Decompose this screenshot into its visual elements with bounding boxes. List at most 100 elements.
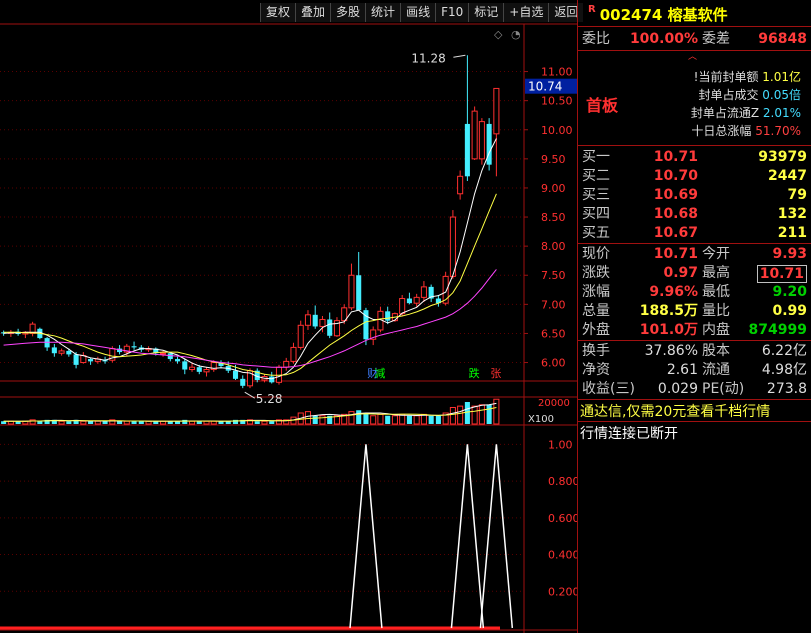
toolbar-button-3[interactable]: 统计 [365, 3, 401, 22]
indicator-signal[interactable] [450, 444, 485, 629]
candle-body[interactable] [319, 318, 326, 327]
volume-bar[interactable] [399, 413, 406, 425]
candle-body[interactable] [73, 354, 79, 365]
candle-body[interactable] [478, 121, 485, 160]
candle-body[interactable] [471, 110, 478, 160]
volume-bar[interactable] [457, 405, 464, 425]
candle-body[interactable] [283, 360, 290, 368]
candle-body[interactable] [406, 298, 412, 304]
candle-body[interactable] [66, 350, 72, 355]
candle-body[interactable] [88, 359, 94, 362]
toolbar-button-1[interactable]: 叠加 [295, 3, 331, 22]
candle-body[interactable] [449, 216, 456, 277]
candle-body[interactable] [493, 87, 500, 135]
volume-bar[interactable] [37, 421, 43, 424]
volume-bar[interactable] [254, 421, 260, 424]
kline-chart-area[interactable]: 11.00 10.50 10.00 9.50 9.00 8.50 8.00 7.50 7.00 6… [0, 0, 577, 633]
collapse-arrow-icon[interactable]: ︿ [688, 49, 697, 62]
candle-body[interactable] [297, 324, 304, 348]
candle-body[interactable] [58, 350, 65, 354]
volume-bar[interactable] [493, 398, 500, 425]
volume-bar[interactable] [413, 415, 420, 425]
event-marker[interactable]: 张 [490, 367, 501, 380]
volume-bar[interactable] [348, 411, 355, 425]
volume-bar[interactable] [406, 415, 412, 424]
volume-bar[interactable] [196, 421, 202, 424]
volume-bar[interactable] [377, 413, 384, 425]
promo-link[interactable]: 通达信,仅需20元查看千档行情 [580, 401, 770, 421]
candlestick-series[interactable] [1, 55, 500, 389]
toolbar-button-2[interactable]: 多股 [330, 3, 366, 22]
volume-bar[interactable] [58, 420, 65, 425]
volume-bar[interactable] [471, 405, 478, 425]
candle-body[interactable] [182, 361, 188, 370]
indicator-signal[interactable] [479, 444, 514, 629]
candle-body[interactable] [413, 296, 420, 304]
candle-body[interactable] [356, 275, 362, 311]
volume-bar[interactable] [319, 415, 326, 425]
volume-bar[interactable] [94, 420, 101, 425]
volume-bar[interactable] [478, 404, 485, 425]
clock-icon[interactable]: ◔ [511, 28, 521, 41]
volume-bar[interactable] [261, 420, 268, 425]
candle-body[interactable] [464, 123, 470, 177]
candle-body[interactable] [327, 319, 333, 336]
volume-bar[interactable] [269, 421, 275, 424]
candle-body[interactable] [269, 376, 275, 383]
volume-bar[interactable] [88, 421, 94, 424]
candle-body[interactable] [348, 274, 355, 309]
event-marker[interactable]: 减 [374, 367, 385, 380]
candle-body[interactable] [160, 352, 167, 355]
candle-body[interactable] [240, 378, 246, 386]
volume-bar[interactable] [80, 420, 87, 425]
candle-body[interactable] [51, 347, 57, 354]
volume-bar[interactable] [131, 421, 137, 424]
candle-body[interactable] [44, 338, 50, 348]
candle-body[interactable] [188, 366, 196, 371]
candle-body[interactable] [486, 123, 492, 165]
toolbar-button-7[interactable]: +自选 [503, 3, 549, 22]
toolbar-button-6[interactable]: 标记 [468, 3, 504, 22]
candle-body[interactable] [399, 298, 406, 315]
volume-bar[interactable] [435, 415, 441, 424]
event-marker[interactable]: 跌 [469, 366, 480, 380]
volume-bar[interactable] [370, 415, 377, 425]
candle-body[interactable] [131, 346, 137, 348]
diamond-icon[interactable]: ◇ [494, 28, 503, 41]
volume-bar[interactable] [356, 410, 362, 424]
buy-order-row[interactable]: 买四 10.68 132 [582, 205, 807, 224]
toolbar-button-5[interactable]: F10 [435, 3, 469, 22]
buy-order-row[interactable]: 买一 10.71 93979 [582, 148, 807, 167]
volume-bar[interactable] [123, 420, 130, 425]
volume-bar[interactable] [66, 421, 72, 424]
volume-bar[interactable] [182, 419, 188, 424]
volume-bar[interactable] [486, 404, 492, 424]
candle-body[interactable] [457, 175, 464, 195]
candle-body[interactable] [312, 314, 318, 327]
candle-body[interactable] [203, 369, 210, 373]
volume-bar[interactable] [312, 415, 318, 424]
volume-bar[interactable] [102, 421, 108, 424]
buy-order-row[interactable]: 买三 10.69 79 [582, 186, 807, 205]
candle-body[interactable] [175, 359, 181, 362]
volume-bar[interactable] [428, 415, 434, 424]
volume-bar[interactable] [464, 401, 470, 424]
buy-order-row[interactable]: 买二 10.70 2447 [582, 167, 807, 186]
volume-bar[interactable] [203, 420, 210, 425]
candle-body[interactable] [385, 311, 391, 321]
candle-body[interactable] [290, 346, 297, 362]
candle-body[interactable] [232, 370, 239, 379]
indicator-signal[interactable] [349, 444, 383, 629]
volume-bar[interactable] [385, 415, 391, 424]
candle-body[interactable] [304, 314, 312, 326]
volume-bar[interactable] [363, 412, 369, 424]
volume-bar[interactable] [210, 420, 217, 425]
volume-bar[interactable] [117, 421, 123, 424]
indicator-panel[interactable]: 1.00 0.800 0.600 0.400 0.200 [0, 438, 577, 630]
volume-bar[interactable] [304, 411, 312, 425]
toolbar-button-0[interactable]: 复权 [260, 3, 296, 22]
candle-body[interactable] [196, 367, 202, 372]
candle-body[interactable] [420, 286, 427, 298]
buy-order-row[interactable]: 买五 10.67 211 [582, 224, 807, 243]
volume-bar[interactable] [449, 406, 456, 425]
